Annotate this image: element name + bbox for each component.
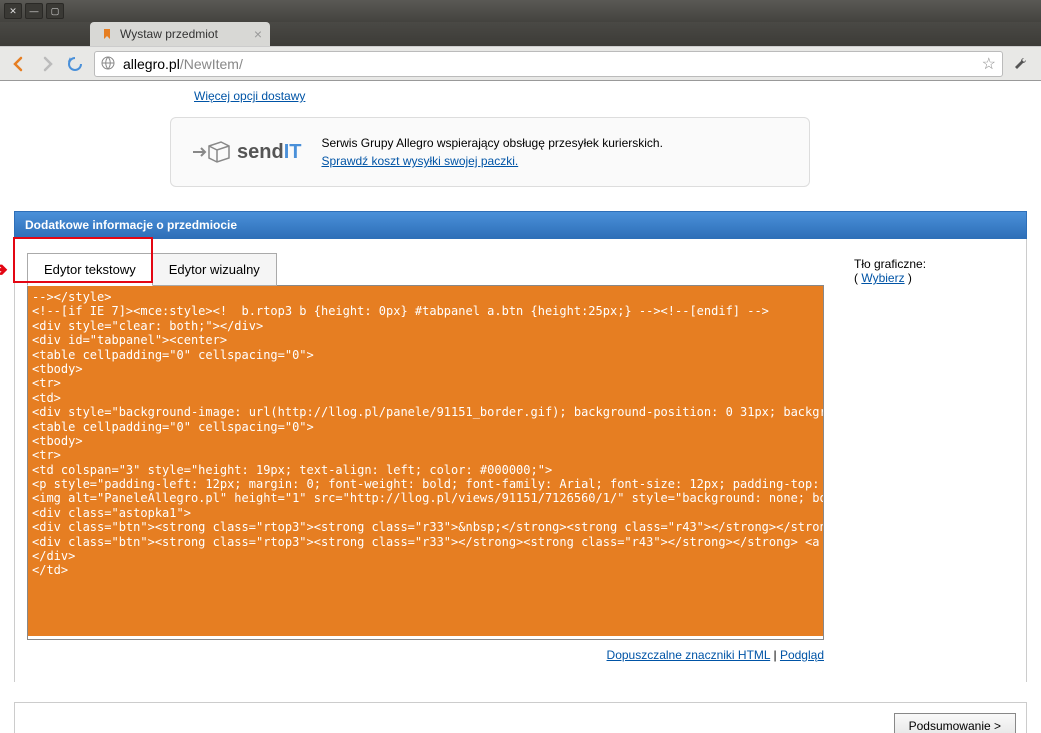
summary-button[interactable]: Podsumowanie >	[894, 713, 1016, 733]
sendit-check-link[interactable]: Sprawdź koszt wysyłki swojej paczki.	[321, 154, 518, 168]
page-scroll[interactable]: Więcej opcji dostawy sendIT Serwis Grupy…	[0, 81, 1041, 733]
tab-strip: Wystaw przedmiot ×	[0, 22, 1041, 46]
tab-visual-editor[interactable]: Edytor wizualny	[153, 253, 277, 286]
tab-close-icon[interactable]: ×	[254, 26, 262, 42]
tab-title: Wystaw przedmiot	[120, 27, 218, 41]
sendit-promo: sendIT Serwis Grupy Allegro wspierający …	[170, 117, 810, 187]
reload-button[interactable]	[62, 51, 88, 77]
url-text: allegro.pl/NewItem/	[123, 56, 982, 72]
back-button[interactable]	[6, 51, 32, 77]
address-bar[interactable]: allegro.pl/NewItem/ ☆	[94, 51, 1003, 77]
summary-row: Podsumowanie >	[14, 702, 1027, 733]
allowed-tags-link[interactable]: Dopuszczalne znaczniki HTML	[607, 648, 771, 662]
html-source-textarea[interactable]	[28, 286, 823, 636]
editor-tabs: Edytor tekstowy Edytor wizualny	[27, 253, 824, 286]
sendit-desc: Serwis Grupy Allegro wspierający obsługę…	[321, 134, 662, 152]
package-arrow-icon	[191, 138, 231, 166]
preview-link[interactable]: Podgląd	[780, 648, 824, 662]
browser-chrome: Wystaw przedmiot × allegro.pl/NewItem/	[0, 22, 1041, 81]
window-minimize-button[interactable]: —	[25, 3, 43, 19]
settings-wrench-icon[interactable]	[1009, 51, 1035, 77]
favicon-icon	[100, 27, 114, 41]
choose-bg-link[interactable]: Wybierz	[861, 271, 904, 285]
browser-toolbar: allegro.pl/NewItem/ ☆	[0, 46, 1041, 80]
browser-tab[interactable]: Wystaw przedmiot ×	[90, 22, 270, 46]
window-maximize-button[interactable]: ▢	[46, 3, 64, 19]
section-header: Dodatkowe informacje o przedmiocie	[14, 211, 1027, 239]
sendit-logo: sendIT	[191, 138, 301, 166]
window-close-button[interactable]: ✕	[4, 3, 22, 19]
globe-icon	[101, 56, 117, 72]
forward-button[interactable]	[34, 51, 60, 77]
arrow-indicator-icon: ➔	[0, 257, 8, 282]
bookmark-star-icon[interactable]: ☆	[982, 54, 996, 74]
window-titlebar: ✕ — ▢	[0, 0, 1041, 22]
more-delivery-link[interactable]: Więcej opcji dostawy	[194, 89, 305, 103]
content-area: Więcej opcji dostawy sendIT Serwis Grupy…	[0, 81, 1041, 733]
tab-text-editor[interactable]: Edytor tekstowy	[27, 253, 153, 286]
bg-label: Tło graficzne:	[854, 257, 1014, 271]
